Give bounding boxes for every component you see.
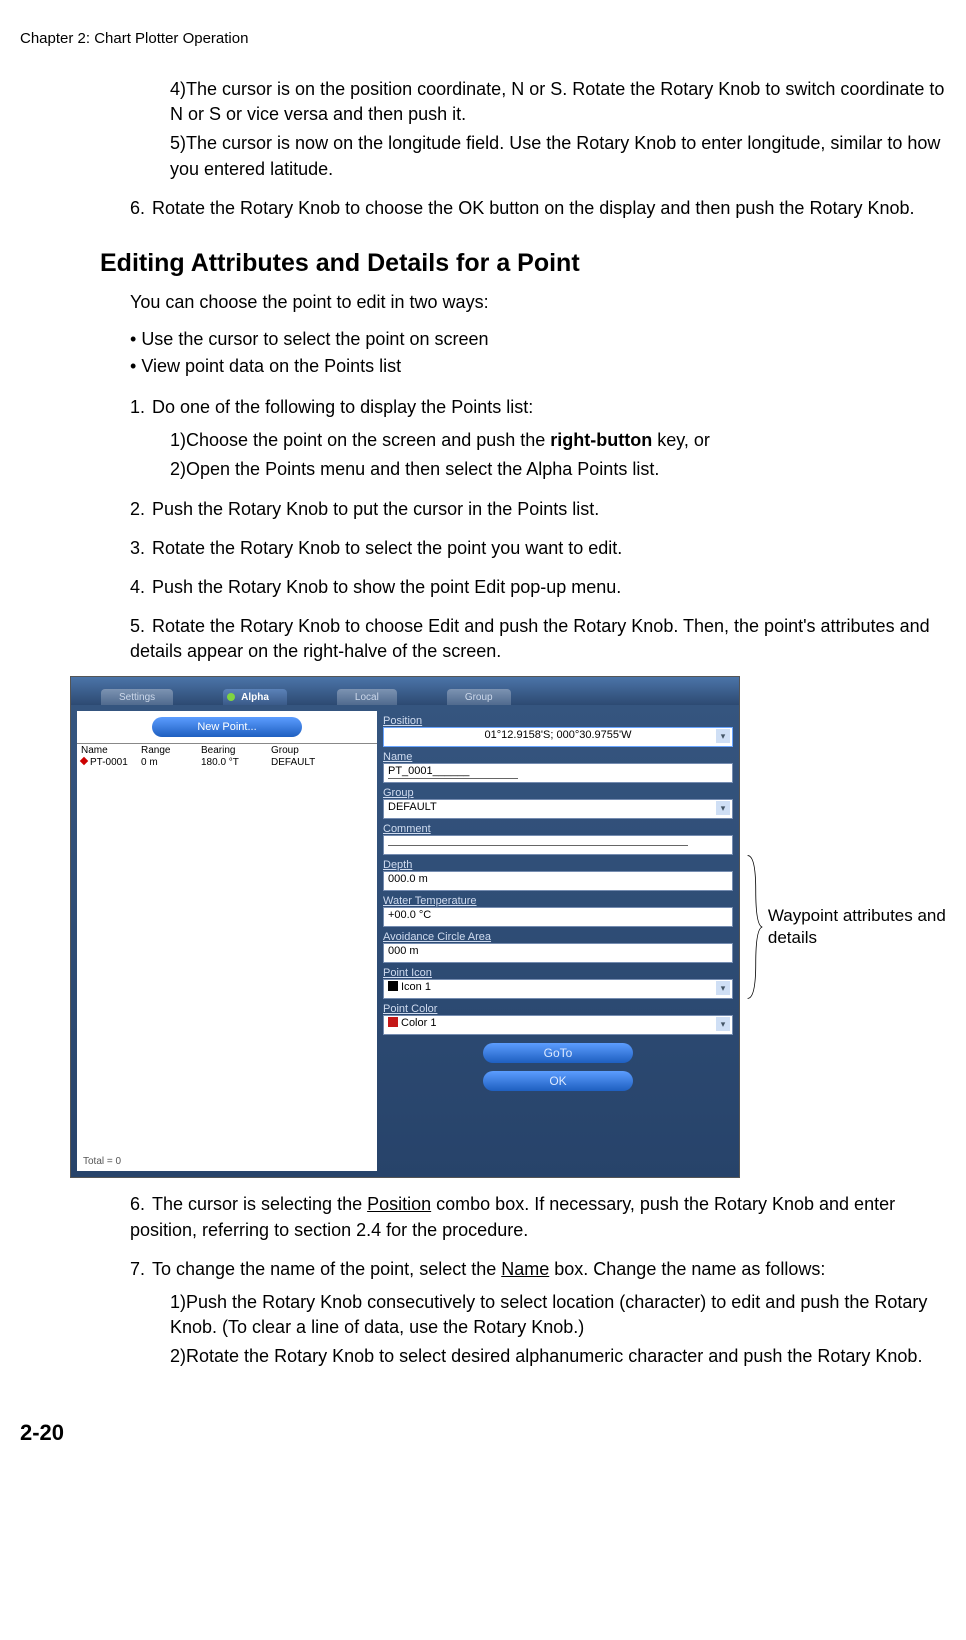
details-panel: Position 01°12.9158'S; 000°30.9755'W▾ Na… (383, 711, 733, 1171)
color-swatch (388, 1017, 398, 1027)
step-7-sub-1: 1)Push the Rotary Knob consecutively to … (170, 1290, 956, 1340)
annotation-text: Waypoint attributes and details (768, 905, 956, 949)
step-3-text: Rotate the Rotary Knob to select the poi… (152, 538, 622, 558)
total-label: Total = 0 (83, 1156, 121, 1167)
position-combo[interactable]: 01°12.9158'S; 000°30.9755'W▾ (383, 727, 733, 747)
step-7-sub-2: 2)Rotate the Rotary Knob to select desir… (170, 1344, 956, 1369)
step-1-sub-1-post: key, or (652, 430, 710, 450)
screenshot-figure: Settings Alpha Local Group New Point... … (70, 676, 740, 1178)
page-number: 2-20 (20, 1420, 956, 1446)
step-7: 7.To change the name of the point, selec… (130, 1257, 956, 1370)
point-marker-icon (80, 757, 88, 765)
column-headers: Name Range Bearing Group (77, 743, 377, 757)
pointcolor-label: Point Color (383, 1003, 733, 1015)
section-heading: Editing Attributes and Details for a Poi… (100, 249, 956, 278)
watertemp-field[interactable]: +00.0 °C (383, 907, 733, 927)
intro-substep-5-text: The cursor is now on the longitude field… (170, 133, 940, 178)
col-name: Name (81, 744, 141, 757)
bullet-1: Use the cursor to select the point on sc… (130, 329, 956, 350)
points-list-panel: New Point... Name Range Bearing Group PT… (77, 711, 377, 1171)
depth-field[interactable]: 000.0 m (383, 871, 733, 891)
step-7-pre: To change the name of the point, select … (152, 1259, 501, 1279)
step-1-sub-1-bold: right-button (550, 430, 652, 450)
group-combo[interactable]: DEFAULT▾ (383, 799, 733, 819)
name-field[interactable]: PT_0001______ (383, 763, 733, 783)
bullet-2: View point data on the Points list (130, 356, 956, 377)
avoidance-label: Avoidance Circle Area (383, 931, 733, 943)
step-2-text: Push the Rotary Knob to put the cursor i… (152, 499, 599, 519)
step-2: 2.Push the Rotary Knob to put the cursor… (130, 497, 956, 522)
step-1-text: Do one of the following to display the P… (152, 397, 533, 417)
chevron-down-icon: ▾ (716, 729, 730, 743)
tab-local[interactable]: Local (337, 689, 397, 705)
pointicon-label: Point Icon (383, 967, 733, 979)
step-7-sub-1-text: Push the Rotary Knob consecutively to se… (170, 1292, 927, 1337)
step-1-sub-1-pre: Choose the point on the screen and push … (186, 430, 550, 450)
ok-button[interactable]: OK (483, 1071, 633, 1091)
pointicon-combo[interactable]: Icon 1▾ (383, 979, 733, 999)
table-row[interactable]: PT-0001 0 m 180.0 °T DEFAULT (77, 757, 377, 768)
step-7-post: box. Change the name as follows: (549, 1259, 825, 1279)
step-6-pre: The cursor is selecting the (152, 1194, 367, 1214)
step-6-top: 6.Rotate the Rotary Knob to choose the O… (130, 196, 956, 221)
step-1-sub-2: 2)Open the Points menu and then select t… (170, 457, 956, 482)
row-bearing: 180.0 °T (201, 757, 271, 768)
tab-active-indicator (227, 693, 235, 701)
step-6: 6.The cursor is selecting the Position c… (130, 1192, 956, 1242)
row-name: PT-0001 (90, 757, 128, 768)
page-header: Chapter 2: Chart Plotter Operation (20, 30, 956, 47)
step-4: 4.Push the Rotary Knob to show the point… (130, 575, 956, 600)
tab-settings[interactable]: Settings (101, 689, 173, 705)
tab-alpha[interactable]: Alpha (223, 689, 287, 705)
watertemp-label: Water Temperature (383, 895, 733, 907)
group-label: Group (383, 787, 733, 799)
depth-label: Depth (383, 859, 733, 871)
step-1-sub-2-text: Open the Points menu and then select the… (186, 459, 659, 479)
chevron-down-icon: ▾ (716, 801, 730, 815)
col-range: Range (141, 744, 201, 757)
step-1: 1.Do one of the following to display the… (130, 395, 956, 483)
row-range: 0 m (141, 757, 201, 768)
comment-field[interactable] (383, 835, 733, 855)
step-3: 3.Rotate the Rotary Knob to select the p… (130, 536, 956, 561)
col-group: Group (271, 744, 351, 757)
name-label: Name (383, 751, 733, 763)
chevron-down-icon: ▾ (716, 1017, 730, 1031)
pointcolor-combo[interactable]: Color 1▾ (383, 1015, 733, 1035)
annotation-bracket: Waypoint attributes and details (746, 837, 956, 1017)
position-label: Position (383, 715, 733, 727)
step-5-text: Rotate the Rotary Knob to choose Edit an… (130, 616, 930, 661)
step-5: 5.Rotate the Rotary Knob to choose Edit … (130, 614, 956, 664)
tab-bar: Settings Alpha Local Group (71, 677, 739, 705)
new-point-button[interactable]: New Point... (152, 717, 302, 737)
step-7-underline: Name (501, 1259, 549, 1279)
intro-substep-5: 5)The cursor is now on the longitude fie… (170, 131, 956, 181)
comment-label: Comment (383, 823, 733, 835)
tab-group[interactable]: Group (447, 689, 511, 705)
row-group: DEFAULT (271, 757, 351, 768)
chevron-down-icon: ▾ (716, 981, 730, 995)
step-6-underline: Position (367, 1194, 431, 1214)
intro-substep-4-text: The cursor is on the position coordinate… (170, 79, 944, 124)
icon-swatch (388, 981, 398, 991)
goto-button[interactable]: GoTo (483, 1043, 633, 1063)
brace-icon (746, 837, 764, 1017)
avoidance-field[interactable]: 000 m (383, 943, 733, 963)
step-6-top-text: Rotate the Rotary Knob to choose the OK … (152, 198, 915, 218)
step-1-sub-1: 1)Choose the point on the screen and pus… (170, 428, 956, 453)
step-7-sub-2-text: Rotate the Rotary Knob to select desired… (186, 1346, 922, 1366)
intro-substep-4: 4)The cursor is on the position coordina… (170, 77, 956, 127)
intro-paragraph: You can choose the point to edit in two … (130, 292, 956, 313)
col-bearing: Bearing (201, 744, 271, 757)
step-4-text: Push the Rotary Knob to show the point E… (152, 577, 621, 597)
